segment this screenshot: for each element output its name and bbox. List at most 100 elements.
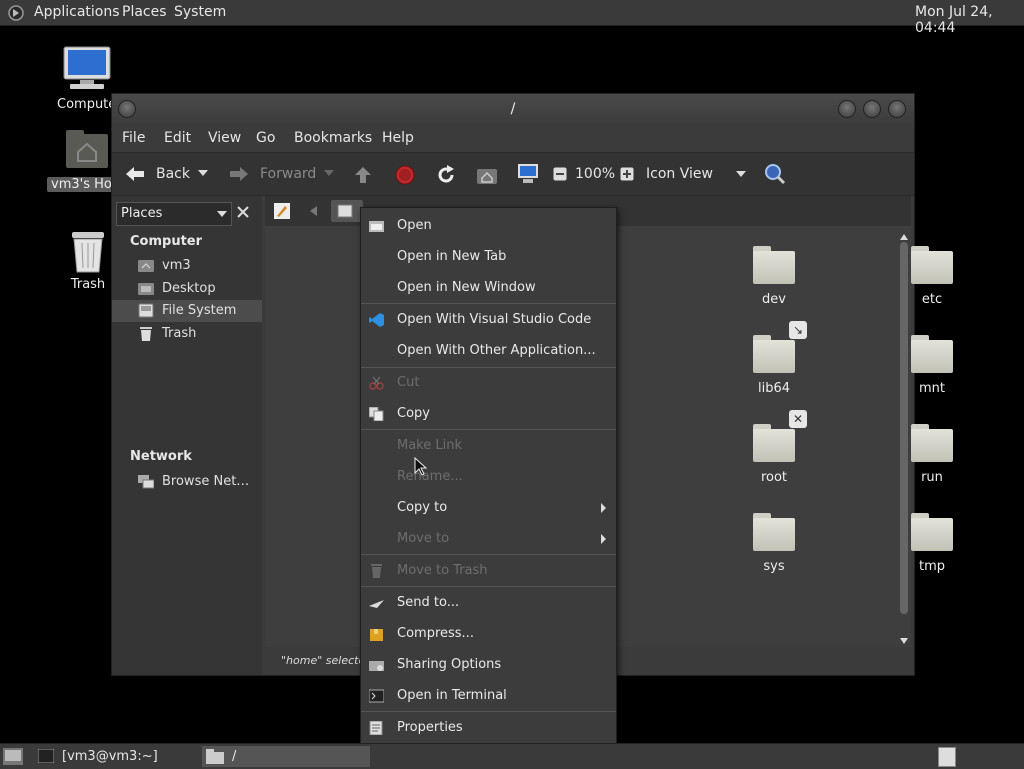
sidebar: Places Computer vm3 Desktop File System … [112,196,262,675]
menu-item-move-to: Move to [361,525,616,553]
forward-button[interactable]: Forward [224,159,324,189]
back-history-dropdown-icon[interactable] [198,170,208,178]
scrollbar-thumb[interactable] [900,242,908,614]
applications-menu[interactable]: Applications [34,4,120,20]
search-icon[interactable] [764,163,786,185]
gnome-foot-icon[interactable] [6,4,26,22]
menubar: File Edit View Go Bookmarks Help [112,124,914,152]
taskbar-item-terminal[interactable]: [vm3@vm3:~] [34,746,200,767]
workspace-switcher[interactable] [938,747,956,767]
menu-item-send-to[interactable]: Send to... [361,589,616,617]
menu-go[interactable]: Go [256,130,275,146]
reload-icon[interactable] [435,164,457,186]
chevron-left-icon[interactable] [310,206,318,216]
zoom-in-icon[interactable] [620,167,634,181]
menu-item-sharing-options[interactable]: Sharing Options [361,651,616,679]
submenu-arrow-icon [601,534,606,544]
home-folder-icon [66,130,108,168]
copy-icon [369,407,384,421]
trash-icon [371,564,382,578]
desktop-icon-home[interactable] [66,128,110,170]
close-button[interactable] [888,100,906,118]
menu-item-open-with-other[interactable]: Open With Other Application... [361,337,616,365]
scroll-down-icon[interactable] [900,638,908,644]
up-arrow-icon[interactable] [353,165,373,185]
back-arrow-icon [126,167,144,181]
edit-location-icon[interactable] [273,202,291,220]
home-icon[interactable] [476,165,498,185]
computer-icon[interactable] [517,163,539,185]
menu-item-open-new-window[interactable]: Open in New Window [361,274,616,302]
folder-mnt[interactable] [911,335,953,373]
properties-icon [369,721,383,735]
menu-separator [361,586,616,587]
folder-label: lib64 [757,381,791,396]
terminal-icon [369,689,384,703]
close-sidebar-icon[interactable] [236,205,250,219]
desktop-icon-trash[interactable] [68,230,108,276]
menu-item-open-new-tab[interactable]: Open in New Tab [361,243,616,271]
vertical-scrollbar[interactable] [899,234,909,644]
menu-item-rename: Rename... [397,469,463,484]
view-mode-select[interactable]: Icon View [640,161,750,187]
maximize-button[interactable] [863,100,881,118]
folder-lib64[interactable] [753,335,795,373]
forward-arrow-icon [230,167,248,181]
menu-item-open-in-terminal[interactable]: Open in Terminal [361,682,616,710]
context-menu: Open Open in New Tab Open in New Window … [360,207,617,746]
minimize-button[interactable] [838,100,856,118]
forward-history-dropdown-icon[interactable] [324,170,334,178]
menu-separator [361,367,616,368]
menu-view[interactable]: View [208,130,241,146]
path-button-root[interactable] [331,200,363,222]
menu-item-open[interactable]: Open [361,212,616,240]
sidebar-item-desktop[interactable]: Desktop [136,278,260,300]
desktop-icon-label: Compute [57,97,117,112]
zoom-level[interactable]: 100% [575,166,615,182]
zoom-out-icon[interactable] [553,167,567,181]
menu-item-copy[interactable]: Copy [361,400,616,428]
menu-bookmarks[interactable]: Bookmarks [294,130,372,146]
mouse-cursor-icon [414,457,428,476]
computer-icon [63,46,111,89]
folder-open-icon [369,221,384,232]
titlebar[interactable]: / [112,94,914,124]
folder-label: root [760,470,788,485]
sidebar-item-file-system[interactable]: File System [112,300,262,322]
toolbar: Back Forward 100% Icon View [112,152,914,196]
folder-dev[interactable] [753,246,795,284]
folder-sys[interactable] [753,513,795,551]
menu-separator [361,711,616,712]
menu-item-open-with-vscode[interactable]: Open With Visual Studio Code [361,306,616,334]
folder-etc[interactable] [911,246,953,284]
sidebar-item-vm3[interactable]: vm3 [136,255,260,277]
menu-edit[interactable]: Edit [164,130,191,146]
stop-icon[interactable] [395,165,415,185]
desktop-icon-label: vm3's Hor [47,177,117,192]
window-title: / [510,101,516,117]
chevron-down-icon [217,211,227,217]
desktop-icon-label: Trash [70,277,106,292]
folder-root[interactable] [753,424,795,462]
menu-help[interactable]: Help [382,130,414,146]
sidebar-section-computer: Computer [130,234,203,249]
clock[interactable]: Mon Jul 24, 04:44 [915,4,1024,36]
folder-tmp[interactable] [911,513,953,551]
sidebar-type-select[interactable]: Places [116,202,232,226]
sidebar-item-browse-network[interactable]: Browse Net… [136,471,260,493]
menu-separator [361,554,616,555]
menu-item-compress[interactable]: Compress... [361,620,616,648]
sidebar-item-trash[interactable]: Trash [136,323,260,345]
show-desktop-icon[interactable] [3,748,23,765]
top-panel: Applications Places System Mon Jul 24, 0… [0,0,1024,36]
taskbar-item-file-manager[interactable]: / [202,746,370,767]
submenu-arrow-icon [601,503,606,513]
places-menu[interactable]: Places [122,4,167,20]
menu-item-copy-to[interactable]: Copy to [361,494,616,522]
scroll-up-icon[interactable] [900,234,908,240]
scissors-icon [369,376,384,390]
folder-run[interactable] [911,424,953,462]
menu-item-properties[interactable]: Properties [361,714,616,742]
menu-file[interactable]: File [122,130,145,146]
system-menu[interactable]: System [174,4,226,20]
